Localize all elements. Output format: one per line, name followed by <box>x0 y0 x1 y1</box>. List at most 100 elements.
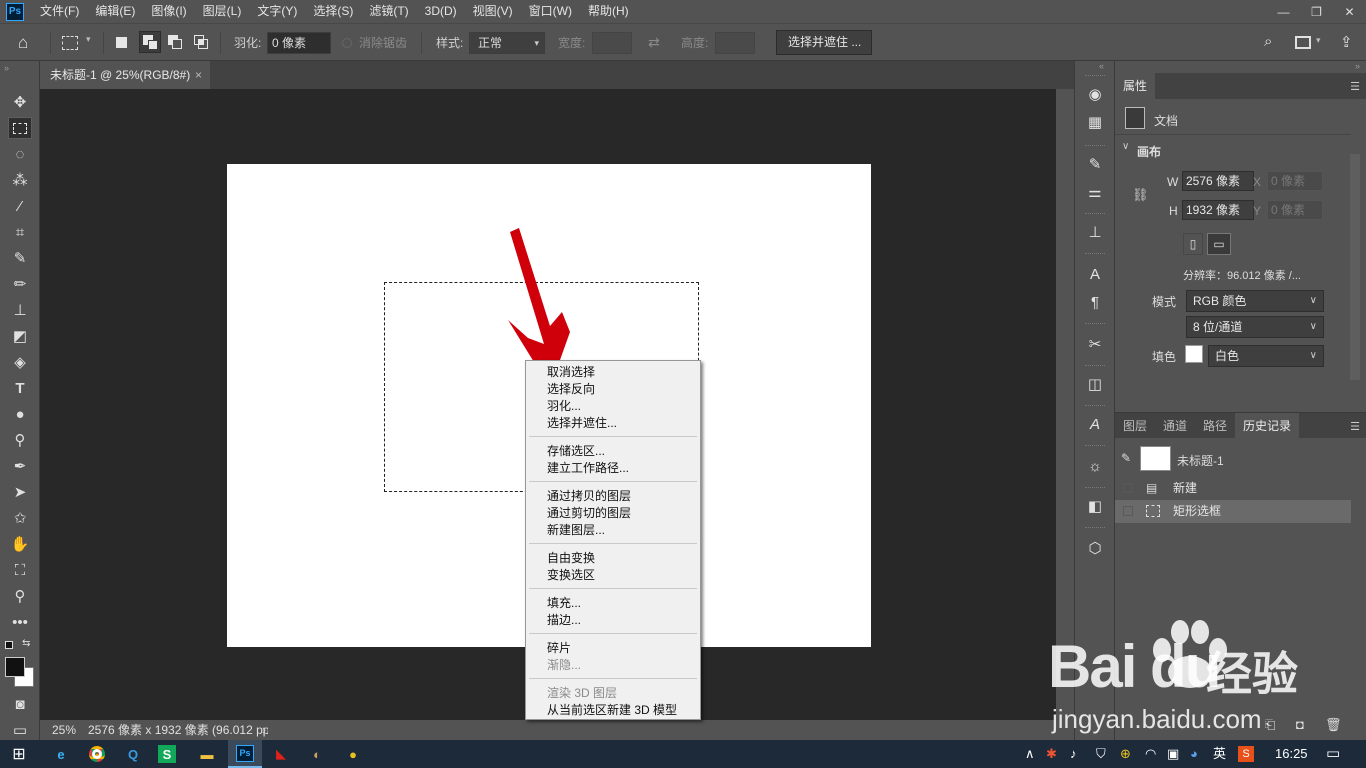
app-icon[interactable]: ◐ <box>306 743 328 765</box>
home-icon[interactable]: ⌂ <box>18 33 38 53</box>
healing-brush-tool-icon[interactable]: ✎ <box>8 247 32 269</box>
ime-indicator[interactable]: 英 <box>1213 740 1226 768</box>
wps-sheet-icon[interactable]: S <box>158 745 176 763</box>
snapshot-thumbnail[interactable] <box>1140 446 1171 471</box>
link-icon[interactable]: ⛓ <box>1132 187 1149 203</box>
intersect-selection-icon[interactable] <box>194 35 208 49</box>
canvas-x-input[interactable]: 0 像素 <box>1267 171 1323 191</box>
color-mode-select[interactable]: RGB 颜色 ∨ <box>1186 290 1324 312</box>
rect-marquee-tool-icon[interactable] <box>8 117 32 139</box>
navigator-icon[interactable]: ◫ <box>1084 373 1106 395</box>
workspace-icon[interactable] <box>1295 36 1311 49</box>
rotate-view-tool-icon[interactable]: ⛶ <box>8 559 32 581</box>
path-selection-tool-icon[interactable]: ➤ <box>8 481 32 503</box>
photoshop-taskbar-button[interactable]: Ps <box>228 740 262 768</box>
magic-wand-tool-icon[interactable]: ⁂ <box>8 169 32 191</box>
menu-item-new-3d-model[interactable]: 从当前选区新建 3D 模型 <box>547 702 677 719</box>
history-checkbox[interactable] <box>1123 483 1133 493</box>
zoom-tool-icon[interactable]: ⚲ <box>8 585 32 607</box>
antivirus-tray-icon[interactable]: ✱ <box>1046 740 1057 768</box>
style-select[interactable]: 正常 ▾ <box>469 32 545 54</box>
adjustments-icon[interactable]: ⚌ <box>1084 181 1106 203</box>
subtract-selection-icon[interactable] <box>168 35 182 49</box>
collapse-icon[interactable]: » <box>1355 61 1360 71</box>
menu-item-feather[interactable]: 羽化... <box>547 398 581 415</box>
crop-tool-icon[interactable]: ⌗ <box>8 221 32 243</box>
security-tray-icon[interactable]: ⛉ <box>1096 740 1106 768</box>
pen-tool-icon[interactable]: ✒ <box>8 455 32 477</box>
chevron-down-icon[interactable]: ∨ <box>1122 141 1129 152</box>
feather-input[interactable]: 0 像素 <box>267 32 331 54</box>
type-tool-icon[interactable]: T <box>8 377 32 399</box>
glyphs-icon[interactable]: A <box>1084 413 1106 435</box>
snapshot-name[interactable]: 未标题-1 <box>1177 452 1224 469</box>
collapse-icon[interactable]: » <box>4 63 9 73</box>
menu-item-select-mask[interactable]: 选择并遮住... <box>547 415 617 432</box>
marquee-preset-icon[interactable] <box>62 36 78 50</box>
chevron-right-icon[interactable]: › <box>262 720 266 740</box>
paint-bucket-tool-icon[interactable]: ◈ <box>8 351 32 373</box>
move-tool-icon[interactable]: ✥ <box>8 91 32 113</box>
windows-start-icon[interactable]: ⊞ <box>8 743 30 765</box>
tray-chevron-icon[interactable]: ∧ <box>1025 740 1035 768</box>
share-icon[interactable]: ⇪ <box>1340 33 1353 51</box>
menu-select[interactable]: 选择(S) <box>305 0 361 23</box>
menu-item-free-transform[interactable]: 自由变换 <box>547 550 595 567</box>
menu-item-layer-via-copy[interactable]: 通过拷贝的图层 <box>547 488 631 505</box>
add-to-selection-button[interactable] <box>139 31 161 53</box>
close-button[interactable]: ✕ <box>1333 0 1366 23</box>
ie-browser-icon[interactable]: e <box>50 743 72 765</box>
zoom-level[interactable]: 25% <box>52 720 76 740</box>
select-and-mask-button[interactable]: 选择并遮住 ... <box>776 30 872 55</box>
swap-colors-icon[interactable]: ⇆ <box>22 638 30 649</box>
clone-source-icon[interactable]: ⊥ <box>1084 221 1106 243</box>
app-icon-2[interactable]: ● <box>342 743 364 765</box>
gradients-icon[interactable]: ◧ <box>1084 495 1106 517</box>
menu-help[interactable]: 帮助(H) <box>580 0 637 23</box>
network-icon[interactable]: ◠ <box>1145 740 1156 768</box>
color-panel-icon[interactable]: ◉ <box>1084 83 1106 105</box>
menu-item-save-selection[interactable]: 存储选区... <box>547 443 605 460</box>
acrobat-icon[interactable]: ◣ <box>270 743 292 765</box>
menu-image[interactable]: 图像(I) <box>143 0 194 23</box>
custom-shape-tool-icon[interactable]: ✩ <box>8 507 32 529</box>
minimize-button[interactable]: — <box>1267 0 1300 23</box>
paragraph-panel-icon[interactable]: ¶ <box>1084 291 1106 313</box>
foreground-color-swatch[interactable] <box>5 657 25 677</box>
close-tab-icon[interactable]: × <box>195 61 202 89</box>
menu-view[interactable]: 视图(V) <box>465 0 521 23</box>
new-selection-icon[interactable] <box>116 37 127 48</box>
menu-window[interactable]: 窗口(W) <box>521 0 580 23</box>
brush-tool-icon[interactable]: ✏ <box>8 273 32 295</box>
character-panel-icon[interactable]: A <box>1084 263 1106 285</box>
eyedropper-tool-icon[interactable]: ⁄ <box>8 195 32 217</box>
swatches-panel-icon[interactable]: ▦ <box>1084 111 1106 133</box>
menu-3d[interactable]: 3D(D) <box>417 0 465 23</box>
menu-item-layer-via-cut[interactable]: 通过剪切的图层 <box>547 505 631 522</box>
search-icon[interactable]: ⌕ <box>1264 33 1272 50</box>
chevron-down-icon[interactable]: ▾ <box>86 34 91 45</box>
menu-item-deselect[interactable]: 取消选择 <box>547 364 595 381</box>
tab-layers[interactable]: 图层 <box>1115 413 1155 439</box>
menu-file[interactable]: 文件(F) <box>32 0 87 23</box>
bit-depth-select[interactable]: 8 位/通道 ∨ <box>1186 316 1324 338</box>
app-tray-icon[interactable]: ⊕ <box>1120 740 1131 768</box>
tool-presets-icon[interactable]: ✂ <box>1084 333 1106 355</box>
history-checkbox[interactable] <box>1123 506 1133 516</box>
brush-settings-icon[interactable]: ✎ <box>1084 153 1106 175</box>
fill-select[interactable]: 白色 ∨ <box>1208 345 1324 367</box>
width-input[interactable] <box>592 32 632 54</box>
blur-tool-icon[interactable]: ● <box>8 403 32 425</box>
volume-icon[interactable]: ♪ <box>1070 740 1077 768</box>
landscape-orientation-icon[interactable]: ▭ <box>1207 233 1231 255</box>
more-tools-icon[interactable]: ••• <box>8 611 32 633</box>
tab-paths[interactable]: 路径 <box>1195 413 1235 439</box>
default-colors-icon[interactable] <box>5 641 13 649</box>
notification-icon[interactable]: ▭ <box>1326 740 1340 768</box>
clock[interactable]: 16:25 <box>1275 740 1308 768</box>
antialias-checkbox[interactable] <box>342 38 352 48</box>
tab-history[interactable]: 历史记录 <box>1235 413 1300 439</box>
sogou-ime-icon[interactable]: S <box>1238 746 1254 762</box>
display-tray-icon[interactable]: ▣ <box>1167 740 1179 768</box>
canvas-height-input[interactable]: 1932 像素 <box>1182 200 1254 220</box>
